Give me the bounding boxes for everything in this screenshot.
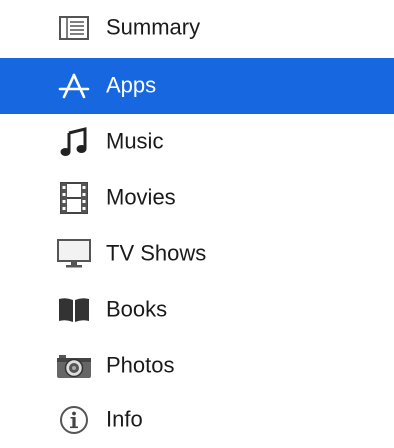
device-sidebar: Summary Apps Music Movies TV Shows Books… (0, 0, 394, 434)
sidebar-item-label: Photos (106, 352, 175, 378)
sidebar-item-label: Books (106, 296, 168, 322)
sidebar-item-label: Movies (106, 184, 176, 210)
sidebar-item-info[interactable]: Info (0, 392, 394, 448)
camera-icon (54, 349, 94, 383)
sidebar-item-apps[interactable]: Apps (0, 58, 394, 114)
sidebar-item-photos[interactable]: Photos (0, 338, 394, 394)
film-strip-icon (54, 181, 94, 215)
sidebar-item-label: Music (106, 128, 164, 154)
sidebar-item-label: Info (106, 406, 143, 432)
sidebar-item-label: Apps (106, 72, 157, 98)
sidebar-item-label: Summary (106, 14, 201, 40)
tv-monitor-icon (54, 237, 94, 271)
sidebar-item-movies[interactable]: Movies (0, 170, 394, 226)
sidebar-item-summary[interactable]: Summary (0, 0, 394, 56)
summary-list-icon (54, 11, 94, 45)
app-store-icon (54, 69, 94, 103)
sidebar-item-books[interactable]: Books (0, 282, 394, 338)
music-note-icon (54, 125, 94, 159)
open-book-icon (54, 293, 94, 327)
sidebar-item-label: TV Shows (106, 240, 207, 266)
sidebar-item-music[interactable]: Music (0, 114, 394, 170)
sidebar-item-tv-shows[interactable]: TV Shows (0, 226, 394, 282)
